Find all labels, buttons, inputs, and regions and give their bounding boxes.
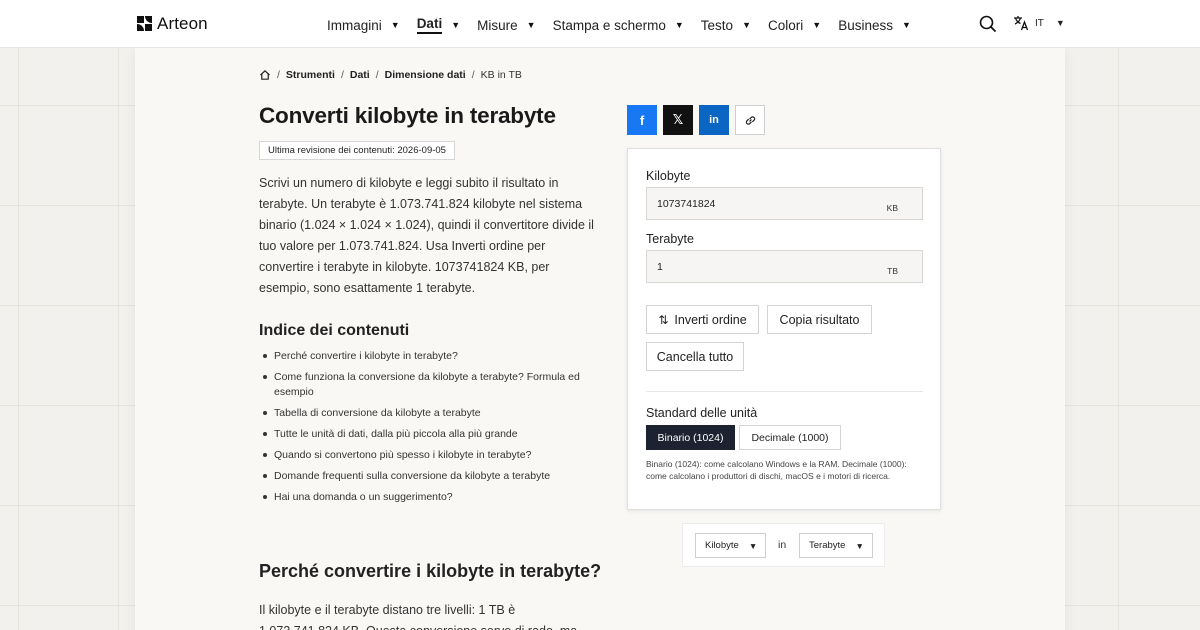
- caret-down-icon: ▼: [390, 20, 400, 30]
- page-title: Converti kilobyte in terabyte: [259, 103, 556, 128]
- nav-item-misure[interactable]: Misure ▼: [477, 14, 535, 36]
- to-unit-value: Terabyte: [809, 540, 846, 551]
- main-nav: Immagini ▼ Dati ▼ Misure ▼ Stampa e sche…: [327, 14, 928, 36]
- from-unit-select[interactable]: Kilobyte ▼: [695, 533, 767, 558]
- breadcrumb-separator: /: [277, 69, 280, 81]
- nav-label: Dati: [416, 16, 443, 34]
- decimal-standard-button[interactable]: Decimale (1000): [739, 425, 841, 450]
- section-heading: Perché convertire i kilobyte in terabyte…: [259, 561, 602, 581]
- revision-badge: Ultima revisione dei contenuti: 2026-09-…: [259, 141, 455, 160]
- to-unit-select[interactable]: Terabyte ▼: [799, 533, 873, 558]
- breadcrumb-separator: /: [340, 69, 344, 81]
- breadcrumb-link-dati[interactable]: Dati: [350, 69, 370, 81]
- share-x-button[interactable]: 𝕏: [663, 105, 693, 135]
- link-icon: [745, 115, 755, 125]
- table-of-contents: Perché convertire i kilobyte in terabyte…: [259, 349, 599, 511]
- translate-icon: [1014, 16, 1029, 31]
- copy-result-label: Copia risultato: [779, 312, 860, 327]
- caret-down-icon: ▼: [451, 20, 461, 30]
- terabyte-value: 1: [657, 261, 663, 273]
- share-buttons: f 𝕏 in: [627, 105, 765, 135]
- unit-in-label: in: [778, 539, 787, 551]
- toc-link[interactable]: Tabella di conversione da kilobyte a ter…: [259, 406, 599, 421]
- toc-link[interactable]: Hai una domanda o un suggerimento?: [259, 490, 599, 505]
- nav-item-immagini[interactable]: Immagini ▼: [327, 14, 400, 36]
- nav-item-stampa-e-schermo[interactable]: Stampa e schermo ▼: [553, 14, 684, 36]
- breadcrumb-link-strumenti[interactable]: Strumenti: [286, 69, 335, 81]
- brand-logo-icon: [137, 16, 153, 32]
- swap-order-label: Inverti ordine: [674, 312, 747, 327]
- caret-down-icon: ▼: [1055, 18, 1065, 28]
- copy-link-button[interactable]: [735, 105, 765, 135]
- terabyte-input[interactable]: 1 TB: [646, 250, 923, 283]
- caret-down-icon: ▼: [812, 20, 822, 30]
- language-code: IT: [1035, 17, 1044, 29]
- toc-link[interactable]: Tutte le unità di dati, dalla più piccol…: [259, 427, 599, 442]
- unit-standard-label: Standard delle unità: [646, 406, 758, 420]
- toc-link[interactable]: Quando si convertono più spesso i kiloby…: [259, 448, 599, 463]
- decimal-standard-label: Decimale (1000): [751, 431, 829, 444]
- kilobyte-label: Kilobyte: [646, 169, 691, 183]
- terabyte-label: Terabyte: [646, 232, 694, 246]
- breadcrumb-link-dimensione-dati[interactable]: Dimensione dati: [385, 69, 466, 81]
- toc-title: Indice dei contenuti: [259, 322, 410, 339]
- nav-item-business[interactable]: Business ▼: [838, 14, 911, 36]
- breadcrumb-separator: /: [471, 69, 475, 81]
- toc-link[interactable]: Perché convertire i kilobyte in terabyte…: [259, 349, 599, 364]
- unit-selector-bar: Kilobyte ▼ in Terabyte ▼: [682, 523, 885, 567]
- nav-item-testo[interactable]: Testo ▼: [701, 14, 751, 36]
- language-selector[interactable]: IT ▼: [1013, 15, 1065, 31]
- brand-logo[interactable]: Arteon: [137, 14, 208, 34]
- kilobyte-input[interactable]: 1073741824 KB: [646, 187, 923, 220]
- kilobyte-value: 1073741824: [657, 198, 716, 210]
- nav-label: Misure: [477, 17, 518, 33]
- share-facebook-button[interactable]: f: [627, 105, 657, 135]
- toc-link[interactable]: Domande frequenti sulla conversione da k…: [259, 469, 599, 484]
- nav-item-dati[interactable]: Dati ▼: [416, 14, 461, 36]
- section-paragraph: Il kilobyte e il terabyte distano tre li…: [259, 603, 577, 630]
- nav-label: Testo: [700, 17, 734, 33]
- caret-down-icon: ▼: [748, 540, 758, 551]
- binary-standard-button[interactable]: Binario (1024): [646, 425, 735, 450]
- caret-down-icon: ▼: [742, 20, 751, 30]
- binary-standard-label: Binario (1024): [657, 431, 724, 444]
- from-unit-value: Kilobyte: [705, 540, 739, 551]
- converter-panel: Kilobyte 1073741824 KB Terabyte 1 TB ⇅ I…: [627, 148, 941, 510]
- intro-paragraph: Scrivi un numero di kilobyte e leggi sub…: [259, 176, 594, 295]
- nav-label: Stampa e schermo: [552, 17, 666, 33]
- caret-down-icon: ▼: [901, 20, 911, 30]
- caret-down-icon: ▼: [526, 20, 536, 30]
- breadcrumb-current: KB in TB: [480, 69, 522, 81]
- top-navigation-bar: Arteon Immagini ▼ Dati ▼ Misure ▼ Stampa…: [0, 0, 1200, 48]
- home-icon[interactable]: [259, 69, 271, 81]
- brand-name: Arteon: [157, 14, 208, 33]
- unit-standard-note: Binario (1024): come calcolano Windows e…: [646, 459, 907, 481]
- toc-link[interactable]: Come funziona la conversione da kilobyte…: [259, 370, 599, 399]
- clear-all-button[interactable]: Cancella tutto: [646, 342, 744, 371]
- swap-order-button[interactable]: ⇅ Inverti ordine: [646, 305, 759, 334]
- copy-result-button[interactable]: Copia risultato: [767, 305, 872, 334]
- caret-down-icon: ▼: [674, 20, 684, 30]
- share-linkedin-button[interactable]: in: [699, 105, 729, 135]
- caret-down-icon: ▼: [855, 540, 864, 551]
- nav-label: Colori: [768, 17, 804, 33]
- breadcrumb: / Strumenti / Dati / Dimensione dati / K…: [259, 69, 522, 81]
- divider: [646, 391, 923, 392]
- swap-vertical-icon: ⇅: [658, 312, 669, 327]
- nav-label: Immagini: [327, 17, 382, 33]
- x-icon: 𝕏: [672, 112, 684, 127]
- kilobyte-unit: KB: [886, 203, 898, 213]
- linkedin-icon: in: [709, 114, 719, 126]
- terabyte-unit: TB: [887, 266, 898, 276]
- search-icon[interactable]: [979, 15, 997, 33]
- clear-all-label: Cancella tutto: [656, 349, 734, 364]
- nav-item-colori[interactable]: Colori ▼: [768, 14, 821, 36]
- nav-label: Business: [838, 17, 893, 33]
- breadcrumb-separator: /: [375, 69, 379, 81]
- facebook-icon: f: [639, 112, 645, 128]
